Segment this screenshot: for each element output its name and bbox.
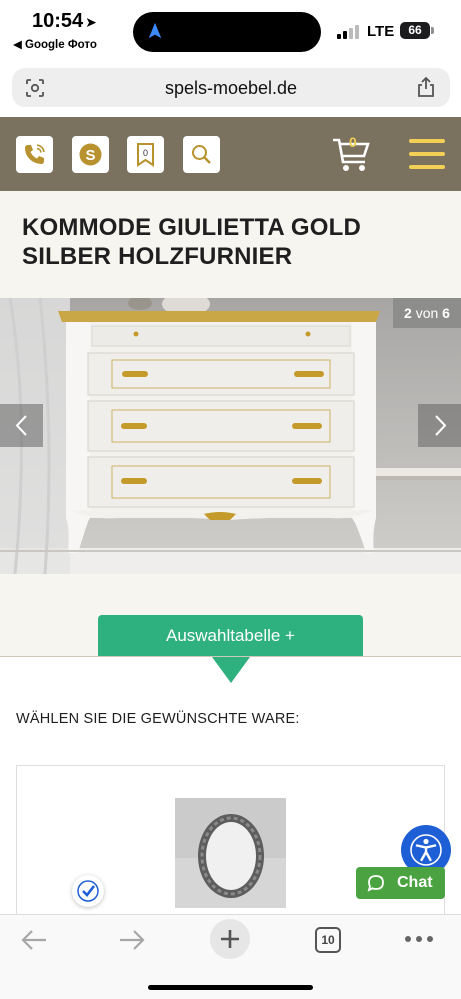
chevron-right-icon <box>435 415 447 436</box>
plus-icon <box>221 930 239 948</box>
location-arrow-icon: ➤ <box>85 14 97 30</box>
selection-pointer <box>212 657 250 683</box>
status-bar: 10:54 ➤ ◀ Google Фото LTE 66 <box>0 0 461 58</box>
more-menu-icon[interactable] <box>405 936 433 942</box>
browser-toolbar: 10 <box>0 914 461 999</box>
skype-icon: S <box>79 143 102 166</box>
gallery-prev-button[interactable] <box>0 404 43 447</box>
trust-badge[interactable] <box>72 875 104 907</box>
search-button[interactable] <box>183 136 220 173</box>
bookmark-icon: 0 <box>137 143 154 167</box>
share-icon[interactable] <box>416 76 436 98</box>
image-counter: 2 von 6 <box>393 298 461 328</box>
forward-arrow-icon[interactable] <box>118 929 146 951</box>
svg-text:S: S <box>85 147 95 164</box>
page-title: KOMMODE GIULIETTA GOLD SILBER HOLZFURNIE… <box>22 214 362 270</box>
skype-button[interactable]: S <box>72 136 109 173</box>
checkmark-shield-icon <box>77 880 99 902</box>
back-to-app-link[interactable]: ◀ Google Фото <box>13 37 97 51</box>
battery-tip <box>431 27 434 34</box>
accessibility-icon <box>410 834 442 866</box>
mirror-thumbnail[interactable] <box>175 798 286 908</box>
product-gallery[interactable]: 2 von 6 <box>0 298 461 574</box>
battery-indicator: 66 <box>400 22 430 39</box>
search-icon <box>192 145 211 164</box>
choose-product-heading: WÄHLEN SIE DIE GEWÜNSCHTE WARE: <box>16 711 300 727</box>
home-indicator <box>148 985 313 990</box>
chevron-left-icon <box>15 415 27 436</box>
signal-icon <box>337 25 359 39</box>
svg-text:0: 0 <box>143 148 148 158</box>
network-type: LTE <box>367 23 395 40</box>
phone-icon <box>25 144 45 164</box>
url-text[interactable]: spels-moebel.de <box>12 78 450 99</box>
gallery-next-button[interactable] <box>418 404 461 447</box>
selection-section: Auswahltabelle + <box>0 574 461 657</box>
title-area: KOMMODE GIULIETTA GOLD SILBER HOLZFURNIE… <box>0 191 461 298</box>
status-time: 10:54 ➤ <box>32 10 97 32</box>
tab-switcher-button[interactable]: 10 <box>315 927 341 953</box>
selection-table-button[interactable]: Auswahltabelle + <box>98 615 363 657</box>
product-photo <box>0 298 461 574</box>
address-bar[interactable]: spels-moebel.de <box>12 68 450 107</box>
new-tab-button[interactable] <box>210 919 250 959</box>
dynamic-island <box>133 12 321 52</box>
menu-icon[interactable] <box>409 139 445 169</box>
navigation-arrow-icon <box>148 22 162 39</box>
chat-button[interactable]: Chat <box>356 867 445 899</box>
back-arrow-icon[interactable] <box>20 929 48 951</box>
chat-bubble-icon <box>367 875 384 892</box>
cart-count: 0 <box>349 134 357 150</box>
bookmark-button[interactable]: 0 <box>127 136 164 173</box>
site-header: S 0 0 <box>0 117 461 191</box>
phone-button[interactable] <box>16 136 53 173</box>
